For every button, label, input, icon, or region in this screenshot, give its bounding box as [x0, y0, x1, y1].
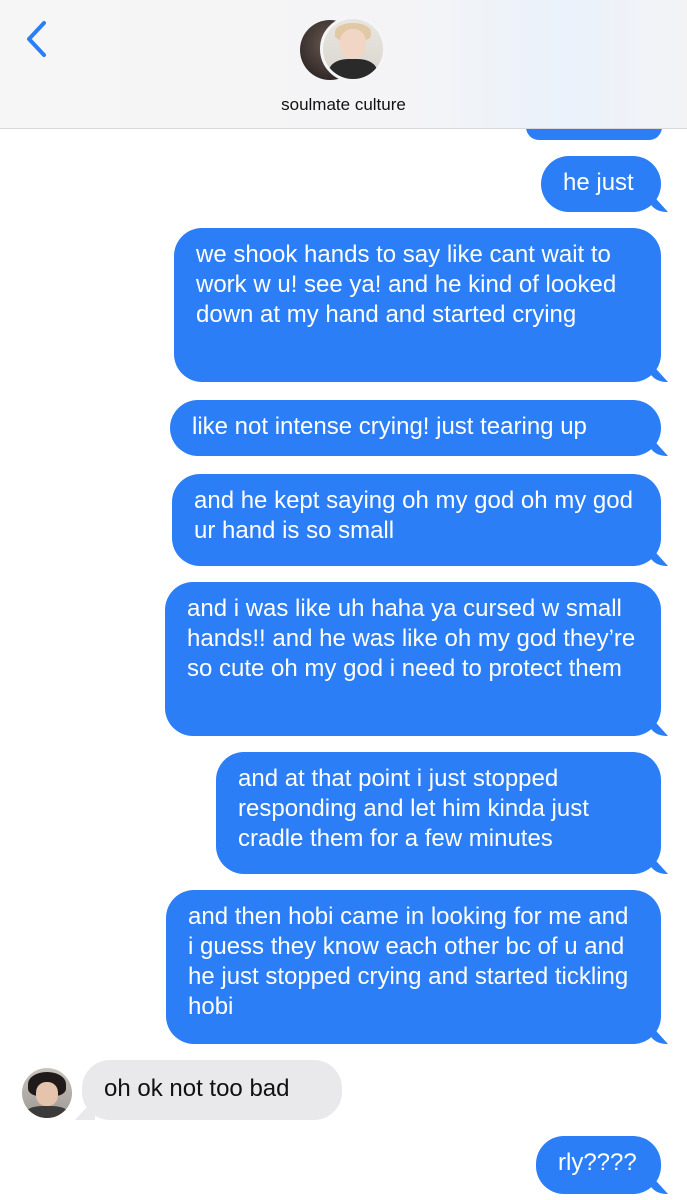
message-bubble-incoming[interactable]: oh ok not too bad	[82, 1060, 342, 1120]
message-bubble-outgoing[interactable]: and he kept saying oh my god oh my god u…	[172, 474, 661, 566]
contact-name[interactable]: soulmate culture	[0, 95, 687, 115]
message-bubble-outgoing[interactable]: and then hobi came in looking for me and…	[166, 890, 661, 1044]
conversation-header: soulmate culture	[0, 0, 687, 129]
message-bubble-outgoing[interactable]: we shook hands to say like cant wait to …	[174, 228, 661, 382]
message-bubble-outgoing[interactable]: he just	[541, 156, 661, 212]
message-bubble-outgoing[interactable]: rly????	[536, 1136, 661, 1194]
back-button[interactable]	[14, 14, 58, 64]
contact-avatar-group[interactable]	[300, 16, 388, 84]
message-bubble-outgoing[interactable]: and at that point i just stopped respond…	[216, 752, 661, 874]
sender-avatar[interactable]	[22, 1068, 72, 1118]
message-bubble-outgoing[interactable]: and i was like uh haha ya cursed w small…	[165, 582, 661, 736]
contact-avatar	[320, 16, 386, 82]
chevron-left-icon	[27, 21, 46, 57]
message-bubble-outgoing[interactable]: like not intense crying! just tearing up	[170, 400, 661, 456]
